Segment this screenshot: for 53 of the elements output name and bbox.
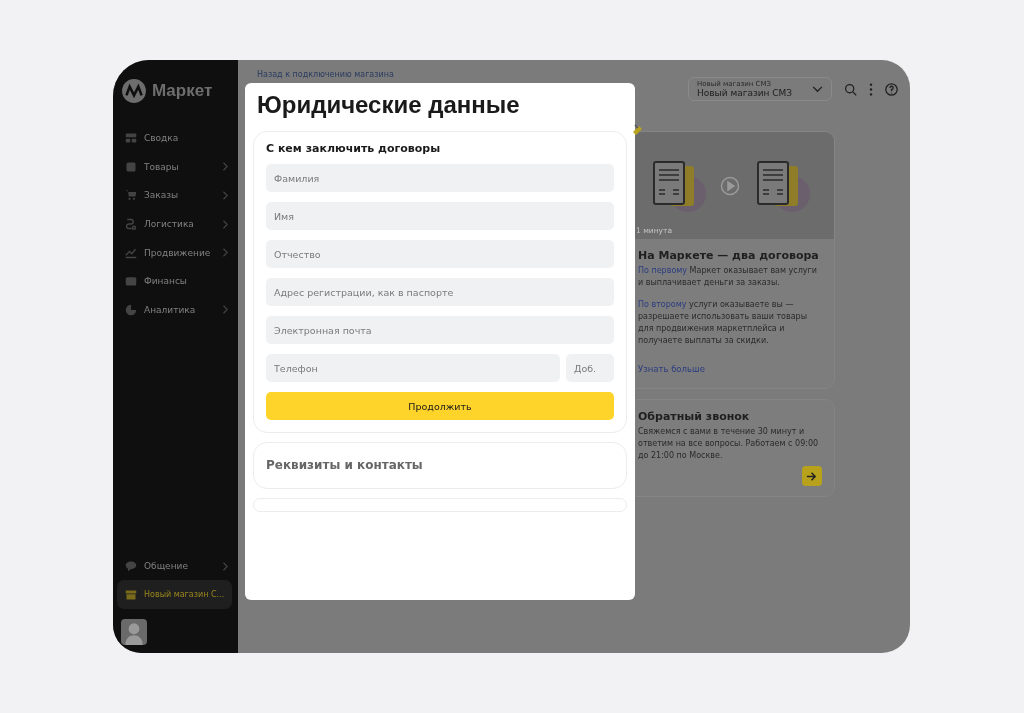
card-title: Обратный звонок bbox=[638, 410, 751, 423]
input-field[interactable]: Отчество bbox=[266, 240, 614, 268]
input-field[interactable]: Адрес регистрации, как в паспорте bbox=[266, 278, 614, 306]
learn-more-link[interactable]: Узнать больше bbox=[638, 364, 706, 374]
card-paragraph: По второму услуги оказываете вы — разрешаете использовать ваши товары для продвижения маркетплейса и получаете выплаты за скидки. bbox=[638, 299, 808, 347]
sidebar-item[interactable]: Аналитика bbox=[117, 295, 232, 325]
cart-icon bbox=[125, 189, 137, 202]
card-paragraph: По первому Маркет оказывает вам услуги и выплачивает деньги за заказы. bbox=[638, 265, 818, 289]
sidebar-item[interactable]: Финансы bbox=[117, 266, 232, 296]
sidebar-item[interactable]: Продвижение bbox=[117, 238, 232, 267]
chevron-right-icon bbox=[222, 248, 228, 258]
more-icon[interactable] bbox=[869, 82, 873, 96]
input-field[interactable]: Электронная почта bbox=[266, 316, 614, 344]
chevron-right-icon bbox=[222, 561, 228, 571]
phone-field[interactable]: Телефон bbox=[266, 354, 560, 382]
extension-field[interactable]: Доб. bbox=[566, 354, 614, 382]
arrow-right-icon bbox=[806, 470, 817, 482]
back-link[interactable]: Назад к подключению магазина bbox=[257, 70, 394, 79]
chevron-right-icon bbox=[222, 305, 228, 315]
arrow-button[interactable] bbox=[802, 466, 822, 486]
trend-icon bbox=[125, 246, 137, 259]
contract-link[interactable]: По первому bbox=[638, 266, 688, 275]
dialog-title: Юридические данные bbox=[257, 91, 521, 119]
continue-button[interactable]: Продолжить bbox=[266, 392, 614, 420]
sidebar-item[interactable]: Логистика bbox=[117, 209, 232, 239]
logo-text: Маркет bbox=[152, 81, 213, 101]
contract-link[interactable]: По второму bbox=[638, 300, 687, 309]
avatar-silhouette[interactable] bbox=[121, 619, 147, 645]
store-icon bbox=[125, 588, 137, 601]
dashboard-icon bbox=[125, 132, 137, 145]
search-icon[interactable] bbox=[844, 82, 857, 96]
chevron-right-icon bbox=[222, 219, 228, 229]
section-title[interactable]: Реквизиты и контакты bbox=[266, 453, 614, 477]
input-field[interactable]: Фамилия bbox=[266, 164, 614, 192]
card-title: На Маркете — два договора bbox=[638, 249, 820, 262]
market-logo-icon bbox=[121, 78, 147, 104]
wallet-icon bbox=[125, 275, 137, 288]
chevron-right-icon bbox=[222, 162, 228, 172]
chevron-right-icon bbox=[222, 191, 228, 200]
section-title[interactable]: С кем заключить договоры bbox=[266, 142, 614, 155]
chevron-down-icon bbox=[812, 85, 823, 93]
help-icon[interactable] bbox=[885, 82, 898, 96]
chat-icon bbox=[125, 560, 137, 573]
input-field[interactable]: Имя bbox=[266, 202, 614, 230]
sidebar-item[interactable]: Общение bbox=[117, 551, 232, 581]
box-icon bbox=[125, 160, 137, 173]
sidebar-item[interactable]: Заказы bbox=[117, 181, 232, 210]
sidebar-item[interactable]: Новый магазин С... bbox=[117, 580, 232, 609]
route-icon bbox=[125, 218, 137, 231]
pie-chart-icon bbox=[125, 303, 137, 316]
sidebar-item[interactable]: Товары bbox=[117, 152, 232, 182]
card-text: Свяжемся с вами в течение 30 минут и ответим на все вопросы. Работаем с 09:00 до 21:00 по Москве. bbox=[638, 426, 820, 462]
sidebar-item[interactable]: Сводка bbox=[117, 124, 232, 153]
